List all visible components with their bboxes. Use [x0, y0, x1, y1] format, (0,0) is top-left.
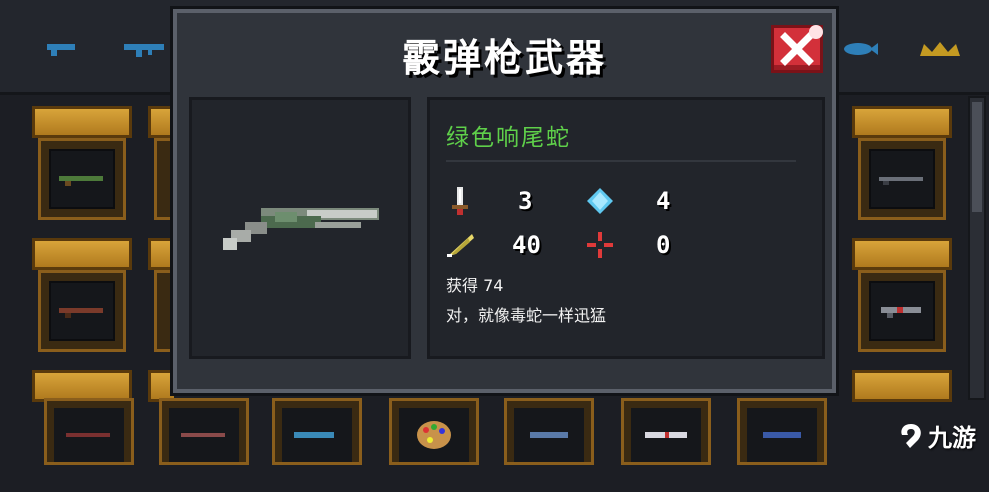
weapon-thumbnail-icon [59, 308, 103, 318]
weapon-thumbnail-icon [294, 432, 334, 438]
close-button-highlight [809, 25, 823, 39]
sword-icon [452, 187, 468, 215]
weapon-thumbnail-icon [181, 433, 225, 437]
weapon-detail-dialog: 霰弹枪武器 绿色响尾蛇 3 4 40 0 获得 74 对，就像毒蛇一样迅猛 [173, 9, 836, 393]
damage-value: 3 [518, 187, 533, 215]
weapon-shelf[interactable] [148, 238, 174, 360]
fish-category-icon[interactable] [840, 38, 880, 60]
weapon-thumbnail-icon [66, 433, 110, 437]
scrollbar[interactable] [968, 96, 986, 400]
weapon-slot[interactable] [268, 392, 366, 465]
crown-category-icon[interactable] [918, 38, 962, 60]
scrollbar-thumb[interactable] [972, 102, 982, 212]
weapon-slot[interactable] [617, 392, 715, 465]
weapon-shelf[interactable] [852, 106, 952, 228]
pistol-category-icon[interactable] [45, 38, 79, 60]
energy-stat [586, 186, 614, 216]
weapon-thumbnail-icon [645, 432, 687, 438]
bottom-weapon-row [0, 392, 989, 465]
crit-stat [446, 230, 476, 260]
inaccuracy-value: 0 [656, 231, 671, 259]
weapon-thumbnail-icon [881, 307, 921, 318]
weapon-slot[interactable] [385, 392, 483, 465]
shotgun-sprite-icon [223, 208, 379, 250]
inaccuracy-stat [586, 230, 614, 260]
damage-stat [448, 186, 472, 216]
weapon-slot[interactable] [733, 392, 831, 465]
weapon-shelf[interactable] [852, 238, 952, 360]
weapon-shelf[interactable] [148, 106, 174, 228]
watermark-text: 九游 [928, 424, 976, 452]
weapon-preview [189, 97, 411, 359]
crosshair-icon [587, 232, 613, 258]
weapon-slot[interactable] [155, 392, 253, 465]
diamond-icon [587, 188, 613, 214]
close-icon [780, 32, 814, 66]
divider [446, 160, 796, 162]
crit-value: 40 [512, 231, 541, 259]
weapon-name: 绿色响尾蛇 [446, 125, 571, 151]
weapon-thumbnail-icon [530, 432, 568, 438]
obtain-text: 获得 74 [446, 276, 504, 295]
feather-icon [447, 234, 474, 257]
weapon-shelf[interactable] [32, 106, 132, 228]
weapon-slot[interactable] [500, 392, 598, 465]
weapon-thumbnail-icon [879, 177, 923, 185]
energy-value: 4 [656, 187, 671, 215]
weapon-thumbnail-icon [763, 432, 801, 438]
palette-icon [417, 421, 451, 449]
weapon-info-panel: 绿色响尾蛇 3 4 40 0 获得 74 对，就像毒蛇一样迅猛 [427, 97, 825, 359]
weapon-description: 对，就像毒蛇一样迅猛 [446, 306, 607, 325]
dialog-title: 霰弹枪武器 [401, 36, 607, 80]
weapon-thumbnail-icon [59, 176, 103, 186]
watermark-logo-icon [901, 423, 921, 448]
weapon-shelf[interactable] [32, 238, 132, 360]
close-button[interactable] [771, 25, 823, 73]
watermark: 九游 [896, 418, 976, 453]
weapon-slot[interactable] [40, 392, 138, 465]
rifle-category-icon[interactable] [122, 38, 168, 60]
